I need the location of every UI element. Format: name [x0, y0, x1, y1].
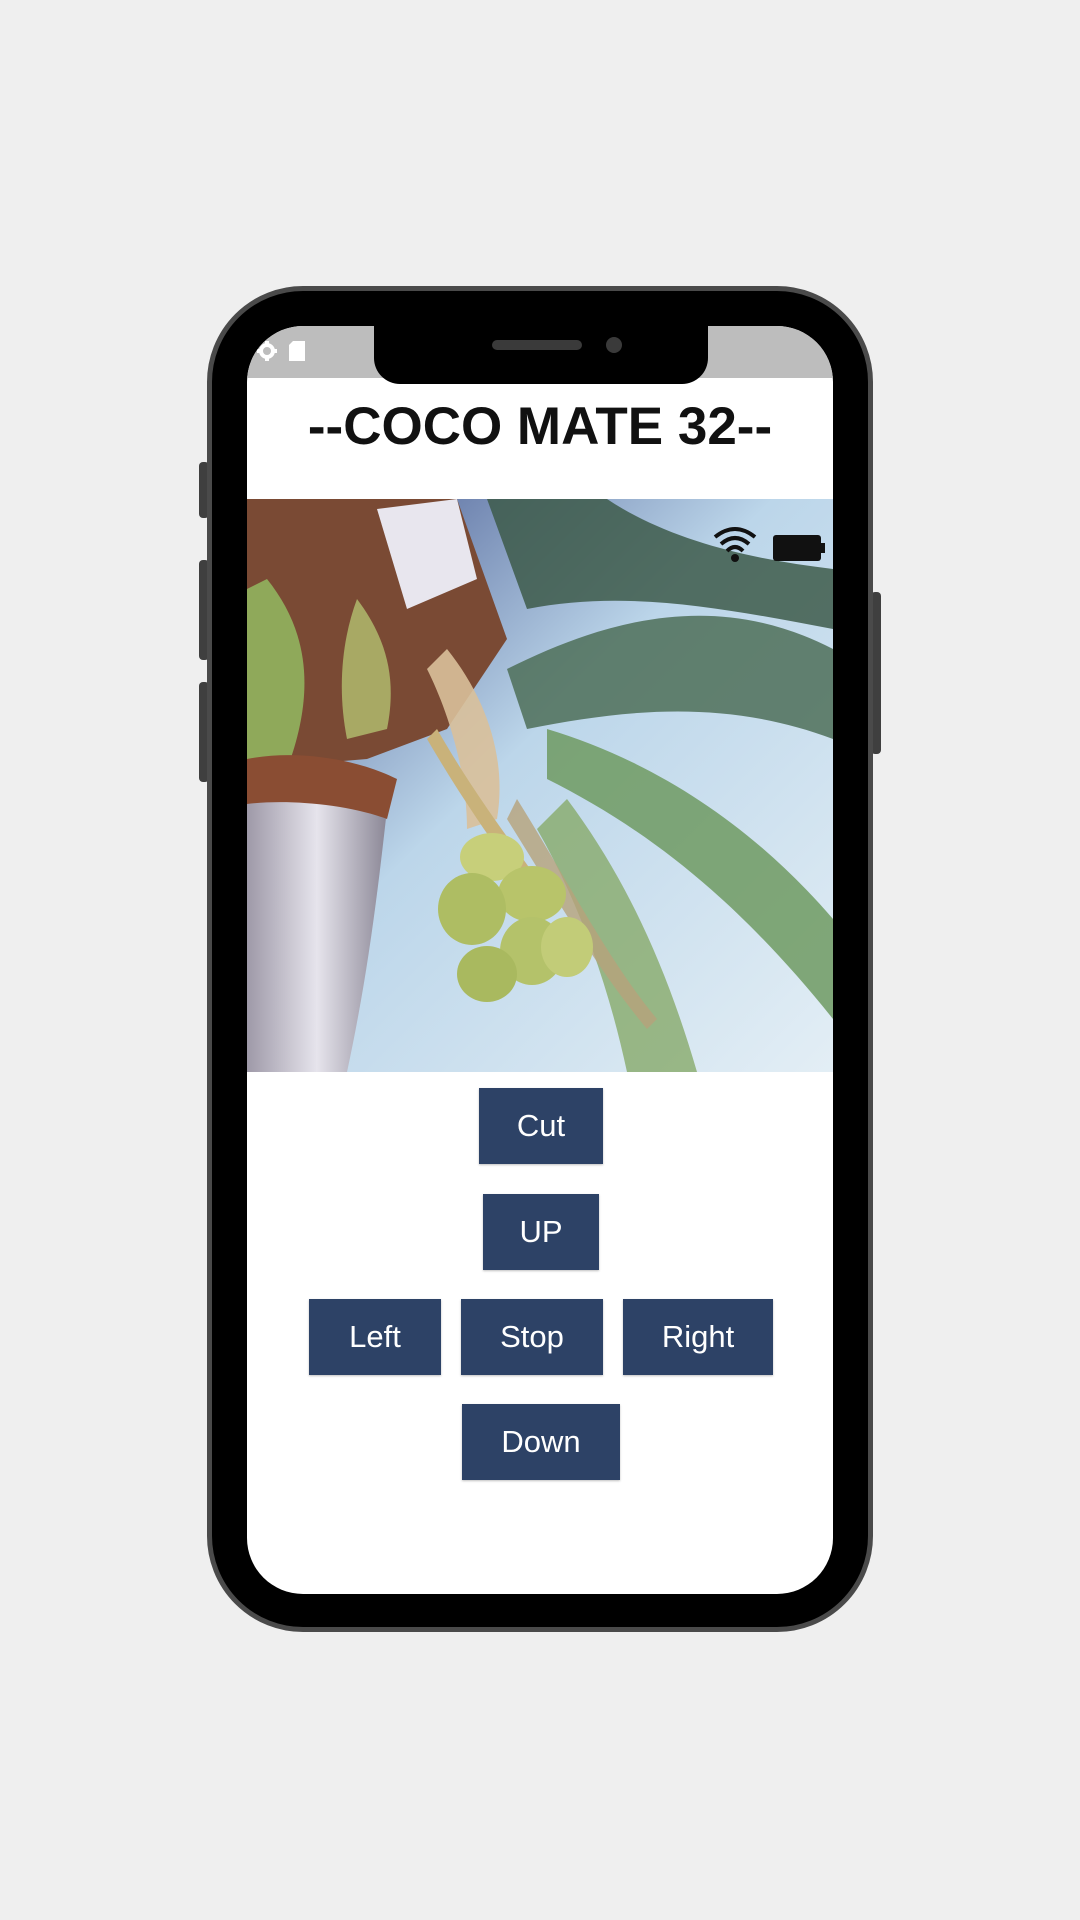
left-button[interactable]: Left: [309, 1299, 441, 1375]
gear-icon: [257, 340, 277, 362]
stop-button[interactable]: Stop: [461, 1299, 603, 1375]
wifi-icon: [713, 525, 757, 563]
front-camera: [606, 337, 622, 353]
page: --COCO MATE 32-- Cut UP Left Stop Right …: [0, 0, 1080, 1920]
notch: [374, 326, 708, 384]
coconut-tree-image: [247, 499, 833, 1072]
phone-screen: --COCO MATE 32-- Cut UP Left Stop Right …: [247, 326, 833, 1594]
cut-button[interactable]: Cut: [479, 1088, 603, 1164]
up-button[interactable]: UP: [483, 1194, 599, 1270]
camera-feed: [247, 499, 833, 1072]
earpiece-speaker: [492, 340, 582, 350]
down-button[interactable]: Down: [462, 1404, 620, 1480]
right-button[interactable]: Right: [623, 1299, 773, 1375]
app-title: --COCO MATE 32--: [307, 397, 773, 456]
battery-icon: [773, 535, 825, 561]
sd-card-icon: [287, 340, 307, 362]
